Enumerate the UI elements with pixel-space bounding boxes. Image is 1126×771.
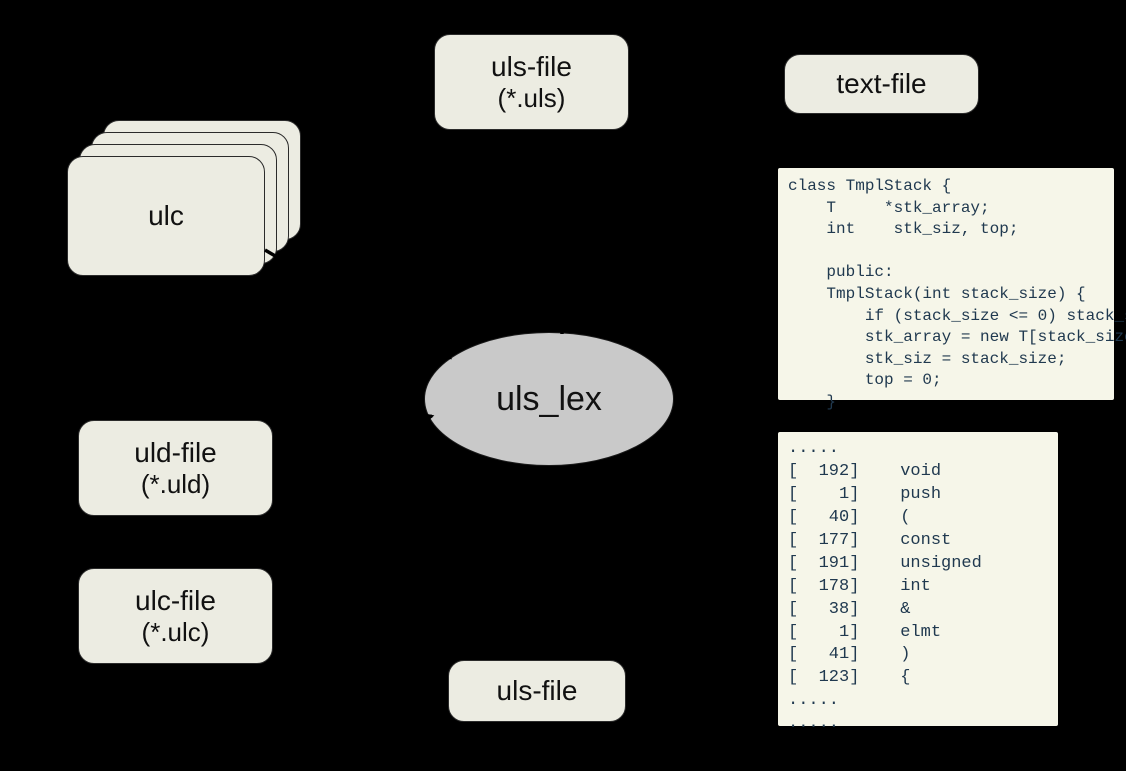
arrow-uls-lex-to-token-panel — [660, 430, 774, 520]
diagram-canvas: { "nodes": { "ulc": { "label": "ulc" }, … — [0, 0, 1126, 771]
ulc-label: ulc — [148, 199, 184, 233]
arrow-uls-lex-to-uls-file-bottom — [510, 468, 518, 656]
arrow-uld-file-to-uls-lex — [275, 416, 432, 460]
token-stream-panel: ..... [ 192] void [ 1] push [ 40] ( [ 17… — [778, 432, 1058, 726]
uld-file-box: uld-file (*.uld) — [78, 420, 273, 516]
ulc-file-line2: (*.ulc) — [142, 617, 210, 648]
uls-file-top-line2: (*.uls) — [498, 83, 566, 114]
code-sample-panel: class TmplStack { T *stk_array; int stk_… — [778, 168, 1114, 400]
uls-file-top-line1: uls-file — [491, 50, 572, 84]
uls-lex-node: uls_lex — [424, 332, 674, 466]
arrow-ulc-to-uls-lex — [265, 250, 450, 358]
uls-file-bottom-label: uls-file — [497, 674, 578, 708]
ulc-file-line1: ulc-file — [135, 584, 216, 618]
arrow-uls-lex-to-code-panel — [660, 300, 774, 368]
arrow-uls-file-top-to-uls-lex — [498, 132, 508, 329]
uld-file-line2: (*.uld) — [141, 469, 210, 500]
arrow-ulc-file-to-uls-lex — [275, 454, 470, 600]
arrow-uls-file-bottom-to-uls-lex — [558, 470, 560, 656]
uld-file-line1: uld-file — [134, 436, 216, 470]
arrow-uls-lex-to-uls-file-top — [558, 136, 562, 334]
text-file-box: text-file — [784, 54, 979, 114]
arrow-text-file-to-uls-lex — [612, 90, 752, 336]
ulc-file-box: ulc-file (*.ulc) — [78, 568, 273, 664]
text-file-label: text-file — [836, 67, 926, 101]
ulc-box: ulc — [67, 156, 265, 276]
uls-file-top-box: uls-file (*.uls) — [434, 34, 629, 130]
uls-file-bottom-box: uls-file — [448, 660, 626, 722]
uls-lex-label: uls_lex — [496, 380, 602, 419]
